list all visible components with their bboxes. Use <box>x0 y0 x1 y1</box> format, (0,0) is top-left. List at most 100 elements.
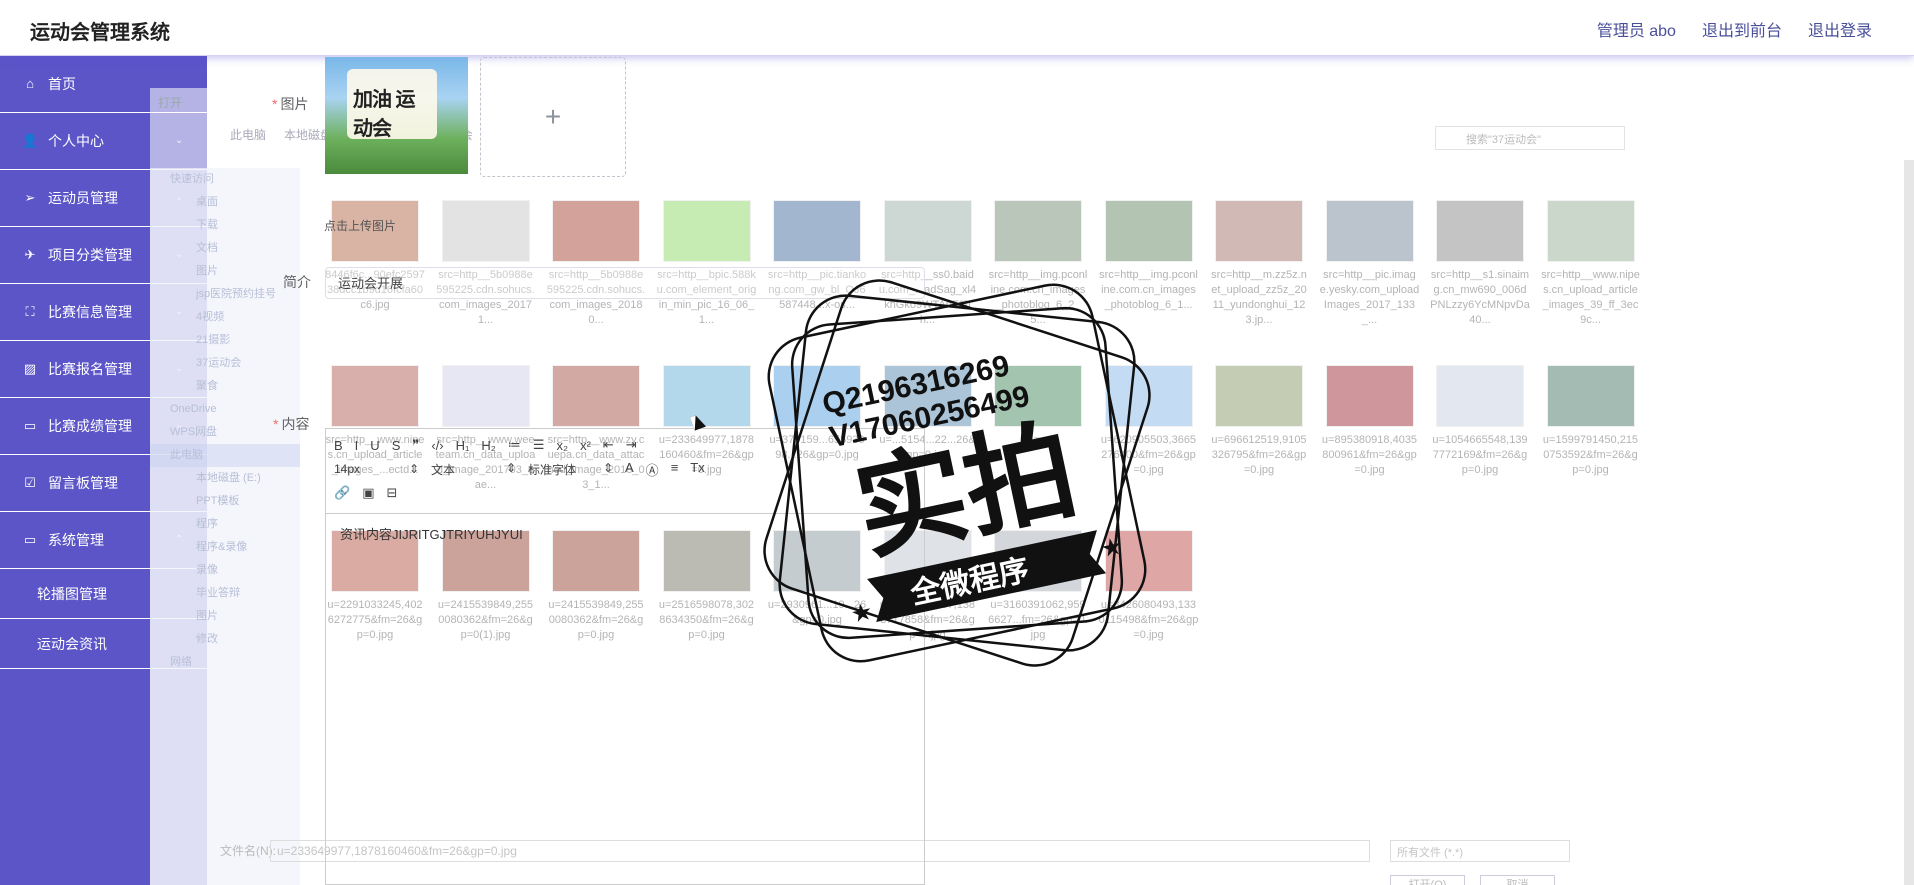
content-label: * 内容 <box>273 416 310 432</box>
video-insert-icon[interactable]: ⊟ <box>386 485 397 501</box>
editor-content[interactable]: 资讯内容JIJRITGJTRIYUHJYUI <box>326 514 924 553</box>
folder-tree-item[interactable]: 图片 <box>150 260 300 283</box>
sidebar-item-label: 首页 <box>48 76 76 92</box>
thumbnail-image <box>773 365 861 427</box>
file-name: u=620905503,3665276400&fm=26&gp=0.jpg <box>1100 434 1197 476</box>
text-type-select[interactable]: 文本 ⇕ <box>431 461 516 478</box>
toolbar-button[interactable]: ‹/› <box>431 438 443 453</box>
admin-user-link[interactable]: 管理员 abo <box>1597 17 1676 41</box>
file-thumbnail[interactable]: src=http__ss0.baidu.com_...adSag_xl4khGk… <box>878 200 978 328</box>
sidebar-item-label: 运动员管理 <box>48 190 118 206</box>
file-thumbnail[interactable]: u=895380918,4035800961&fm=26&gp=0.jpg <box>1320 365 1420 493</box>
folder-tree-item[interactable]: 37运动会 <box>150 352 300 375</box>
folder-tree-item[interactable]: 程序&录像 <box>150 536 300 559</box>
folder-tree-item[interactable]: 录像 <box>150 559 300 582</box>
upload-add-button[interactable]: + <box>480 57 626 177</box>
toolbar-button[interactable]: S <box>392 438 401 453</box>
uploaded-image[interactable]: 加油 运动会 <box>325 57 468 174</box>
file-thumbnail[interactable]: u=1599791450,2150753592&fm=26&gp=0.jpg <box>1541 365 1641 493</box>
file-thumbnail[interactable]: src=http__m.zz5z.net_upload_zz5z_2011_yu… <box>1209 200 1309 328</box>
thumbnail-image <box>662 200 751 262</box>
intro-input[interactable]: 运动会开展 <box>325 267 925 299</box>
folder-tree-item[interactable]: jsp医院预约挂号 <box>150 283 300 306</box>
file-thumbnail[interactable]: src=http__pic.image.yesky.com_uploadImag… <box>1320 200 1420 328</box>
thumbnail-image <box>994 365 1082 427</box>
folder-tree-item[interactable]: 文档 <box>150 237 300 260</box>
folder-tree-item[interactable]: 快速访问 <box>150 168 300 191</box>
image-insert-icon[interactable]: ▣ <box>362 485 374 501</box>
file-thumbnail[interactable]: u=... <box>988 365 1088 493</box>
folder-tree-item[interactable]: 网络 <box>150 651 300 674</box>
logout-link[interactable]: 退出登录 <box>1808 17 1872 41</box>
file-type-select[interactable]: 所有文件 (*.*) <box>1390 840 1570 862</box>
toolbar-button[interactable]: I <box>355 438 359 453</box>
cancel-button[interactable]: 取消 <box>1480 875 1555 885</box>
toolbar-button[interactable]: B <box>334 438 343 453</box>
toolbar-button[interactable]: ☰ <box>533 437 545 453</box>
toolbar-button[interactable]: A <box>625 460 634 479</box>
dialog-search-input[interactable]: 搜索"37运动会" <box>1435 126 1625 150</box>
thumbnail-image <box>441 365 530 427</box>
toolbar-button[interactable]: ⇥ <box>626 437 637 453</box>
thumbnail-image <box>1325 200 1414 262</box>
link-icon[interactable]: 🔗 <box>334 485 350 501</box>
file-thumbnail[interactable]: u=1054665548,1397772169&fm=26&gp=0.jpg <box>1430 365 1530 493</box>
filename-label: 文件名(N): <box>220 844 276 858</box>
thumbnail-image <box>1215 365 1303 427</box>
dialog-title: 打开 <box>158 96 183 110</box>
file-thumbnail[interactable]: src=http__bpic.588ku.com_element_origin_… <box>657 200 757 328</box>
breadcrumb-item[interactable]: 此电脑 <box>230 126 266 143</box>
paper-plane-icon: ✈ <box>24 247 36 262</box>
folder-tree-item[interactable]: 修改 <box>150 628 300 651</box>
file-thumbnail[interactable]: src=http__img.pconline.com.cn_images_pho… <box>988 200 1088 328</box>
toolbar-button[interactable]: H₁ <box>456 438 470 453</box>
file-thumbnail[interactable]: u=696612519,9105326795&fm=26&gp=0.jpg <box>1209 365 1309 493</box>
thumbnail-image <box>1436 200 1524 262</box>
folder-tree-item[interactable]: PPT模板 <box>150 490 300 513</box>
file-thumbnail[interactable]: src=http__5b0988e595225.cdn.sohucs.com_i… <box>546 200 646 328</box>
toolbar-button[interactable]: H₂ <box>481 438 495 453</box>
thumbnail-image <box>1104 200 1193 262</box>
folder-tree-item[interactable]: 本地磁盘 (E:) <box>150 467 300 490</box>
exit-to-front-link[interactable]: 退出到前台 <box>1702 17 1782 41</box>
folder-tree-item[interactable]: 桌面 <box>150 191 300 214</box>
folder-tree-item[interactable]: 21摄影 <box>150 329 300 352</box>
toolbar-button[interactable]: Ⓐ <box>646 460 659 479</box>
toolbar-button[interactable]: Tx <box>690 460 704 479</box>
thumbnail-image <box>1325 365 1414 427</box>
header-actions: 管理员 abo 退出到前台 退出登录 <box>1597 17 1872 41</box>
toolbar-button[interactable]: U <box>370 438 379 453</box>
file-thumbnail[interactable]: src=http__pic.tiankong.com_gw_bl_QJ65874… <box>767 200 867 328</box>
thumbnail-image <box>1546 365 1635 427</box>
folder-tree-item[interactable]: 4视频 <box>150 306 300 329</box>
rich-text-editor[interactable]: B I U S ❞ ‹/› H₁ H₂ ≔ ☰ x₂ x² ⇤ ⇥ 14px ⇕ 文本 ⇕ 标准字体 ⇕ A Ⓐ ≡… <box>325 428 925 885</box>
font-family-select[interactable]: 标准字体 ⇕ <box>528 461 613 478</box>
toolbar-button[interactable]: ≡ <box>671 460 679 479</box>
font-size-select[interactable]: 14px ⇕ <box>334 462 419 476</box>
folder-tree-item[interactable]: 图片 <box>150 605 300 628</box>
file-thumbnail[interactable]: u=620905503,3665276400&fm=26&gp=0.jpg <box>1099 365 1199 493</box>
file-thumbnail[interactable]: src=http__s1.sinaimg.cn_mw690_006dPNLzzy… <box>1430 200 1530 328</box>
file-thumbnail[interactable]: src=http__img.pconline.com.cn_images_pho… <box>1099 200 1199 328</box>
file-thumbnail[interactable]: src=http__5b0988e595225.cdn.sohucs.com_i… <box>436 200 536 328</box>
sidebar-item-label: 留言板管理 <box>48 475 118 491</box>
toolbar-button[interactable]: ≔ <box>508 437 521 453</box>
folder-tree-item[interactable]: 此电脑 <box>150 444 300 467</box>
file-thumbnail[interactable]: u=3160391062,9596627...fm=26&gp=0.jpg <box>988 530 1088 658</box>
sidebar-item-label: 个人中心 <box>48 133 104 149</box>
file-thumbnail[interactable]: src=http__www.nipes.cn_upload_article_im… <box>1541 200 1641 328</box>
folder-tree-item[interactable]: 下载 <box>150 214 300 237</box>
folder-tree-item[interactable]: 程序 <box>150 513 300 536</box>
thumbnail-image <box>883 365 972 427</box>
file-thumbnail[interactable]: u=3426080493,1330115498&fm=26&gp=0.jpg <box>1099 530 1199 658</box>
thumbnail-image <box>1436 365 1524 427</box>
open-button[interactable]: 打开(O) <box>1390 875 1465 885</box>
file-name: src=http__pic.image.yesky.com_uploadImag… <box>1319 269 1420 326</box>
folder-tree-item[interactable]: 毕业答辩 <box>150 582 300 605</box>
folder-tree-item[interactable]: 聚食 <box>150 375 300 398</box>
toolbar-button[interactable]: ❞ <box>412 437 419 453</box>
toolbar-button[interactable]: x₂ <box>557 438 569 453</box>
page-scrollbar[interactable] <box>1904 160 1914 885</box>
toolbar-button[interactable]: ⇤ <box>603 437 614 453</box>
toolbar-button[interactable]: x² <box>580 438 591 453</box>
